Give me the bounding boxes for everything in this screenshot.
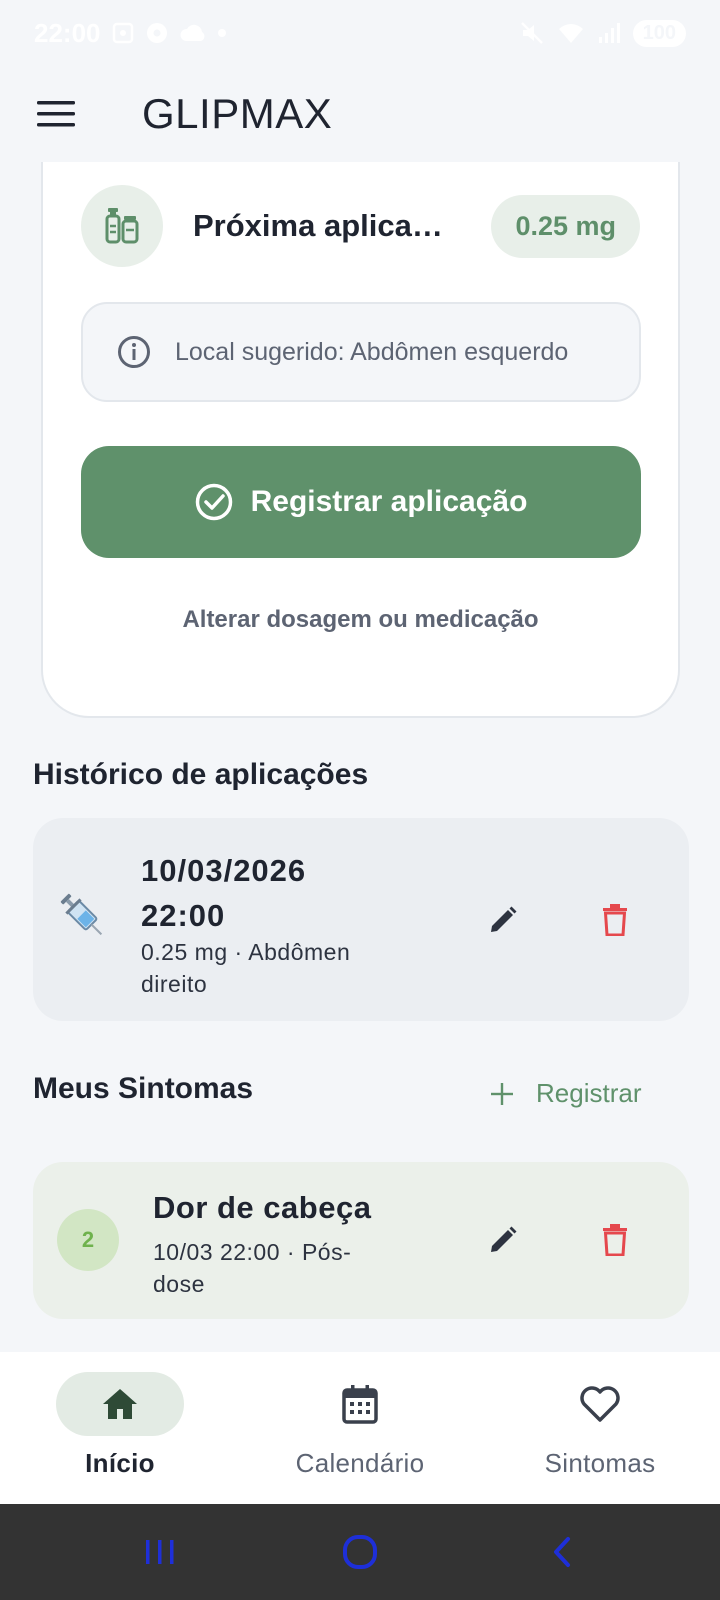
home-icon [103,1389,137,1419]
nav-label-inicio: Início [85,1448,155,1478]
next-application-title: Próxima aplicação [193,208,455,243]
nav-indicator [296,1372,424,1436]
change-dosage-link[interactable]: Alterar dosagem ou medicação [43,606,678,634]
dose-badge: 0.25 mg [491,194,640,258]
trash-icon [603,1224,627,1256]
trash-icon [603,904,627,936]
hamburger-menu-icon [37,101,75,127]
calendar-icon [342,1385,378,1424]
menu-button[interactable] [28,86,84,142]
next-application-card: Próxima aplicação 0.25 mg Local sugerido… [41,162,680,718]
status-left: 22:00 [34,18,227,49]
home-button[interactable] [336,1528,384,1576]
nav-label-sintomas: Sintomas [544,1448,656,1478]
delete-history-button[interactable] [587,892,643,948]
info-icon [118,336,150,368]
nav-label-calendario: Calendário [295,1448,425,1478]
battery-indicator: 100 [632,19,686,47]
home-circle-icon [343,1535,377,1569]
history-datetime: 10/03/2026 22:00 [141,848,306,938]
edit-history-button[interactable] [475,892,531,948]
history-time: 22:00 [141,898,226,933]
soccer-notification-icon [146,23,167,43]
register-application-label: Registrar aplicação [250,485,528,518]
nav-indicator [56,1372,184,1436]
suggested-site-box: Local sugerido: Abdômen esquerdo [81,302,641,402]
vials-icon [105,208,139,244]
system-navigation-bar [0,1504,720,1600]
wifi-icon [558,24,583,43]
history-date: 10/03/2026 [141,853,307,888]
status-time: 22:00 [34,17,101,48]
symptom-name: Dor de cabeça [153,1190,372,1225]
bottom-navigation: Início Calendário Sintomas [0,1352,720,1504]
add-symptom-button[interactable]: Registrar [490,1078,641,1109]
back-chevron-icon [554,1537,570,1567]
history-list-item[interactable]: 10/03/2026 22:00 0.25 mg · Abdômen direi… [33,818,689,1021]
signal-icon [598,23,620,43]
symptom-list-item[interactable]: 2 Dor de cabeça 10/03 22:00 · Pós-dose [33,1162,689,1319]
history-detail: 0.25 mg · Abdômen direito [141,939,351,997]
recent-apps-button[interactable] [136,1528,184,1576]
dot-notification-icon [217,29,226,37]
heart-icon [580,1386,620,1422]
syringe-icon [60,893,103,936]
cloud-notification-icon [179,24,204,41]
history-section-title: Histórico de aplicações [33,758,369,791]
next-application-header: Próxima aplicação 0.25 mg [81,185,640,267]
back-button[interactable] [538,1528,586,1576]
nav-item-inicio[interactable]: Início [20,1372,220,1479]
symptoms-section-title: Meus Sintomas [33,1072,254,1105]
mute-icon [520,22,543,44]
delete-symptom-button[interactable] [587,1212,643,1268]
nav-indicator [536,1372,664,1436]
severity-badge: 2 [57,1209,119,1271]
nav-item-calendario[interactable]: Calendário [260,1372,460,1479]
symptom-detail: 10/03 22:00 · Pós-dose [153,1239,352,1297]
pencil-icon [491,1226,517,1252]
status-right: 100 [519,19,686,47]
plus-icon [491,1082,513,1105]
nav-item-sintomas[interactable]: Sintomas [500,1372,700,1479]
status-bar: 22:00 100 [0,0,720,66]
medication-icon-badge [81,185,163,267]
check-circle-icon [195,483,232,521]
edit-symptom-button[interactable] [475,1212,531,1268]
recent-apps-icon [146,1540,174,1564]
register-application-button[interactable]: Registrar aplicação [81,446,641,558]
app-bar: GLIPMAX [0,66,720,162]
app-title: GLIPMAX [142,90,333,137]
screenshot-notification-icon [112,22,133,44]
pencil-icon [491,906,517,932]
add-symptom-label: Registrar [536,1078,642,1108]
suggested-site-text: Local sugerido: Abdômen esquerdo [175,337,569,366]
